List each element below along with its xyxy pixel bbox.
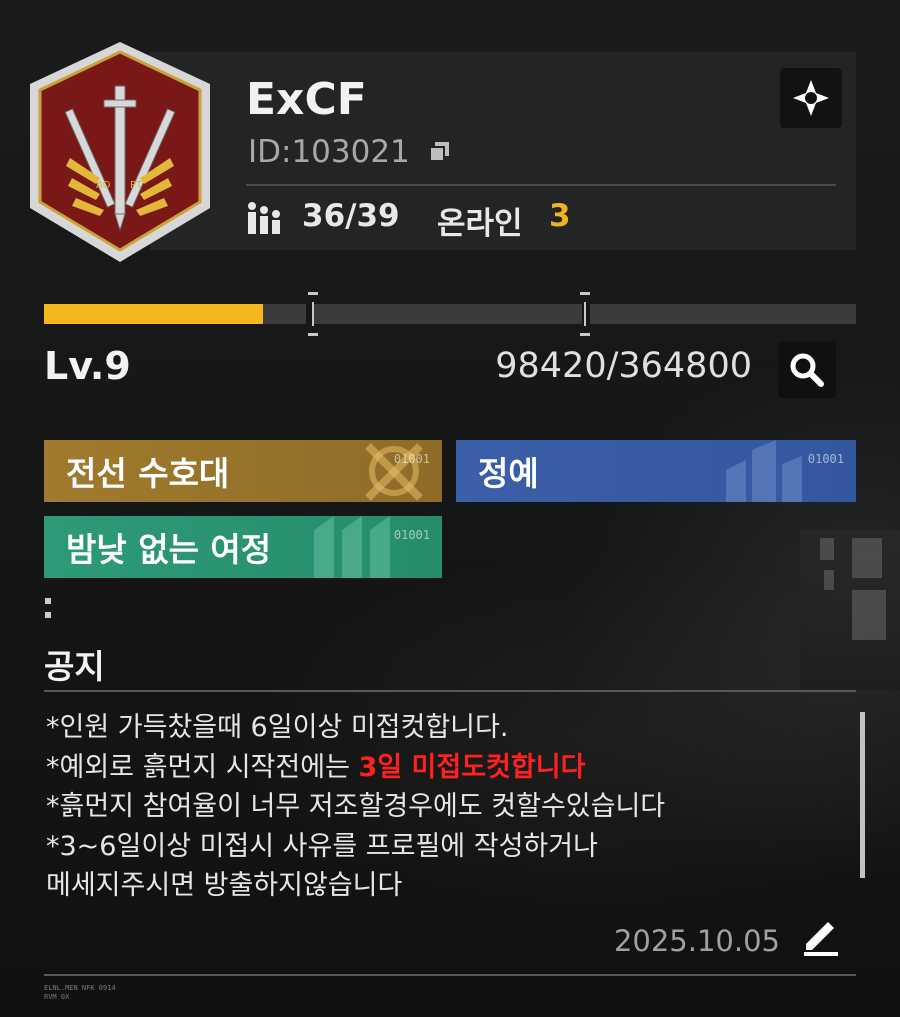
guild-tag-frontline-guard[interactable]: 전선 수호대 01001	[44, 440, 442, 502]
crosshair-settings-button[interactable]	[780, 68, 842, 128]
crossed-swords-tag-icon	[365, 443, 423, 501]
guild-name: ExCF	[246, 74, 367, 125]
notice-line: *3~6일이상 미접시 사유를 프로필에 작성하거나	[46, 830, 598, 862]
notice-divider	[44, 690, 856, 692]
copy-icon[interactable]	[428, 140, 452, 164]
notice-line: 메세지주시면 방출하지않습니다	[46, 870, 403, 898]
notice-highlight: 3일 미접도컷합니다	[358, 751, 586, 783]
crosshair-settings-icon	[793, 80, 829, 116]
decorative-marker	[45, 612, 51, 618]
background-machine	[800, 530, 900, 690]
online-label: 온라인	[437, 206, 523, 242]
notice-line: *흙먼지 참여율이 너무 저조할경우에도 컷할수있습니다	[46, 791, 666, 822]
progress-milestone-marker	[308, 292, 318, 336]
pencil-icon[interactable]	[798, 912, 844, 958]
tag-label: 전선 수호대	[66, 454, 230, 493]
guild-level: Lv.9	[44, 344, 131, 388]
emblem-text-left: AO	[96, 180, 111, 191]
tower-tag-icon	[726, 440, 802, 502]
notice-title: 공지	[44, 647, 105, 686]
online-count: 3	[549, 198, 571, 234]
notice-line: *예외로 흙먼지 시작전에는 3일 미접도컷합니다	[46, 748, 836, 788]
xp-progress-text: 98420/364800	[495, 346, 752, 386]
decorative-marker	[45, 598, 51, 604]
tag-code: 01001	[393, 528, 430, 542]
level-progress-bar	[44, 292, 856, 336]
bottom-divider	[44, 974, 856, 976]
header-divider	[246, 184, 836, 186]
tag-code: 01001	[393, 452, 430, 466]
guild-tag-endless-journey[interactable]: 밤낮 없는 여정 01001	[44, 516, 442, 578]
guild-tag-elite[interactable]: 정예 01001	[456, 440, 856, 502]
notice-date: 2025.10.05	[613, 924, 780, 958]
search-icon	[790, 353, 824, 387]
members-icon	[248, 202, 280, 234]
footer-line: RVM 0X	[44, 993, 70, 1001]
notice-scrollbar[interactable]	[860, 712, 865, 878]
progress-milestone-marker	[580, 292, 590, 336]
level-progress-fill	[44, 304, 264, 324]
notice-body[interactable]: *인원 가득찼을때 6일이상 미접컷합니다. *예외로 흙먼지 시작전에는 3일…	[46, 708, 836, 898]
chevron-tag-icon	[314, 516, 390, 578]
emblem-text-right: PT	[130, 180, 143, 191]
guild-id: ID:103021	[248, 134, 410, 170]
footer-micro-text: ELNL.MEN NFK 0914 RVM 0X	[44, 984, 116, 1002]
notice-line-text: *예외로 흙먼지 시작전에는	[46, 751, 359, 783]
tag-label: 정예	[478, 454, 539, 493]
guild-emblem[interactable]: AO PT	[20, 38, 220, 266]
footer-line: ELNL.MEN NFK 0914	[44, 984, 116, 992]
member-count: 36/39	[302, 198, 400, 234]
tag-code: 01001	[807, 452, 844, 466]
notice-line: *인원 가득찼을때 6일이상 미접컷합니다.	[46, 712, 509, 743]
search-button[interactable]	[778, 342, 836, 398]
tag-label: 밤낮 없는 여정	[66, 530, 272, 569]
